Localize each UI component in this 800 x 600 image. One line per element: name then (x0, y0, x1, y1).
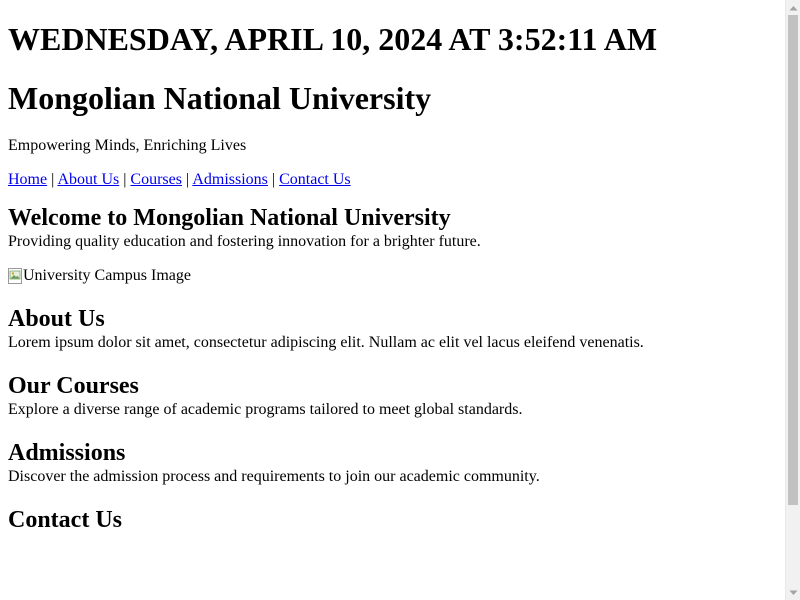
page-content: WEDNESDAY, APRIL 10, 2024 AT 3:52:11 AM … (0, 21, 785, 534)
admissions-text: Discover the admission process and requi… (8, 468, 540, 485)
courses-text: Explore a diverse range of academic prog… (8, 401, 523, 418)
nav-link-courses[interactable]: Courses (130, 171, 182, 188)
nav-link-home[interactable]: Home (8, 171, 47, 188)
nav-separator: | (185, 171, 190, 188)
triangle-down-icon (789, 590, 798, 595)
contact-heading: Contact Us (8, 507, 122, 533)
scroll-thumb[interactable] (788, 15, 798, 505)
triangle-up-icon (789, 5, 798, 10)
nav-separator: | (51, 171, 55, 188)
nav-link-admissions[interactable]: Admissions (192, 171, 268, 188)
admissions-heading: Admissions (8, 440, 126, 466)
campus-image-alt-text: University Campus Image (23, 267, 191, 284)
courses-section: Our Courses Explore a diverse range of a… (8, 372, 777, 419)
welcome-section: Welcome to Mongolian National University… (8, 204, 777, 285)
nav-separator: | (271, 171, 276, 188)
nav-separator: | (123, 171, 127, 188)
campus-image: University Campus Image (8, 266, 777, 285)
site-title: Mongolian National University (8, 80, 432, 116)
about-text: Lorem ipsum dolor sit amet, consectetur … (8, 334, 644, 351)
site-tagline: Empowering Minds, Enriching Lives (8, 137, 247, 154)
courses-heading: Our Courses (8, 373, 139, 399)
main-nav: Home | About Us | Courses | Admissions |… (8, 170, 777, 189)
welcome-text: Providing quality education and fosterin… (8, 233, 481, 250)
broken-image-icon (8, 267, 22, 284)
current-datetime: WEDNESDAY, APRIL 10, 2024 AT 3:52:11 AM (8, 21, 658, 57)
welcome-heading: Welcome to Mongolian National University (8, 205, 451, 231)
about-heading: About Us (8, 306, 105, 332)
contact-section: Contact Us (8, 506, 777, 534)
scroll-down-button[interactable] (786, 585, 800, 600)
vertical-scrollbar[interactable] (785, 0, 800, 600)
scroll-up-button[interactable] (786, 0, 800, 15)
page-viewport: WEDNESDAY, APRIL 10, 2024 AT 3:52:11 AM … (0, 0, 785, 600)
admissions-section: Admissions Discover the admission proces… (8, 439, 777, 486)
nav-link-about-us[interactable]: About Us (57, 171, 119, 188)
nav-link-contact-us[interactable]: Contact Us (279, 171, 351, 188)
about-section: About Us Lorem ipsum dolor sit amet, con… (8, 305, 777, 352)
